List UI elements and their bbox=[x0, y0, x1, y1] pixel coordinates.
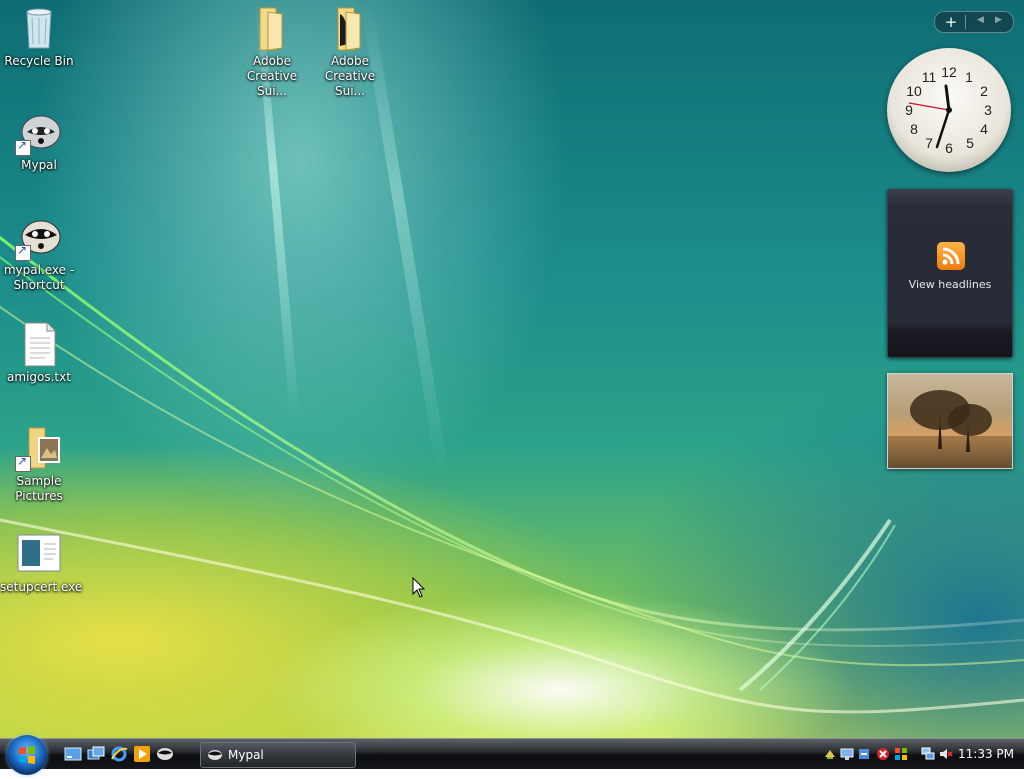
folder-icon bbox=[248, 4, 296, 52]
view-headlines-link[interactable]: View headlines bbox=[888, 278, 1012, 291]
application-window-icon bbox=[15, 530, 63, 578]
taskbar-button-label: Mypal bbox=[228, 748, 264, 762]
desktop-icon-label: Sample Pictures bbox=[15, 474, 63, 503]
desktop-icon-adobe-creative-suite-1[interactable]: Adobe Creative Sui... bbox=[233, 4, 311, 99]
windows-flag-icon[interactable] bbox=[894, 747, 908, 761]
network-icon[interactable] bbox=[921, 747, 935, 761]
feed-headlines-gadget[interactable]: View headlines bbox=[887, 189, 1013, 358]
desktop-icon-label: Adobe Creative Sui... bbox=[246, 54, 298, 98]
desktop-icon-adobe-creative-suite-2[interactable]: Adobe Creative Sui... bbox=[311, 4, 389, 99]
slideshow-gadget[interactable] bbox=[887, 373, 1013, 469]
desktop-icon-mypal[interactable]: Mypal bbox=[0, 108, 78, 173]
clock-numeral: 4 bbox=[980, 121, 988, 137]
clock-numeral: 9 bbox=[905, 102, 913, 118]
desktop-icon-sample-pictures[interactable]: Sample Pictures bbox=[0, 424, 78, 504]
shortcut-arrow-icon bbox=[15, 138, 31, 156]
clock-numeral: 7 bbox=[925, 135, 933, 151]
windows-orb-icon bbox=[19, 746, 35, 764]
desktop-icon-label: amigos.txt bbox=[7, 370, 71, 384]
mypal-icon bbox=[208, 750, 222, 760]
clock-numeral: 6 bbox=[945, 140, 953, 156]
clock-numeral: 11 bbox=[922, 69, 937, 85]
shortcut-arrow-icon bbox=[15, 454, 31, 472]
desktop-icon-setupcert-exe[interactable]: setupcert.exe bbox=[0, 530, 83, 595]
clock-numeral: 10 bbox=[906, 83, 922, 99]
clock-numeral: 1 bbox=[965, 69, 973, 85]
desktop-icon-amigos-txt[interactable]: amigos.txt bbox=[0, 320, 78, 385]
clock-numeral: 5 bbox=[966, 135, 974, 151]
desktop-icon-recycle-bin[interactable]: Recycle Bin bbox=[0, 4, 78, 69]
update-icon[interactable] bbox=[857, 747, 871, 761]
shortcut-arrow-icon bbox=[15, 243, 31, 261]
clock-numeral: 3 bbox=[984, 102, 992, 118]
volume-muted-icon[interactable] bbox=[939, 747, 953, 761]
desktop-icon-label: mypal.exe - Shortcut bbox=[3, 263, 75, 292]
divider bbox=[965, 15, 966, 29]
clock-hour-hand bbox=[944, 84, 951, 112]
wallpaper-waves bbox=[0, 0, 1024, 714]
clock-gadget[interactable]: 12 1 2 3 4 5 6 7 8 9 10 11 bbox=[887, 48, 1011, 172]
desktop-icon-label: Mypal bbox=[21, 158, 57, 172]
rss-icon bbox=[937, 242, 965, 270]
switch-windows-icon[interactable] bbox=[87, 745, 105, 763]
sidebar-controls: + ◀ ▶ bbox=[934, 11, 1014, 33]
clock-numeral: 2 bbox=[980, 83, 988, 99]
show-desktop-icon[interactable] bbox=[64, 745, 82, 763]
mypal-icon[interactable] bbox=[156, 745, 174, 763]
desktop-icon-label: setupcert.exe bbox=[0, 580, 83, 594]
taskbar-button-mypal[interactable]: Mypal bbox=[200, 742, 356, 768]
mypal-raccoon-icon bbox=[15, 108, 63, 156]
text-file-icon bbox=[15, 320, 63, 368]
internet-explorer-icon[interactable] bbox=[110, 745, 128, 763]
previous-gadget-icon[interactable]: ◀ bbox=[977, 15, 984, 25]
folder-pictures-icon bbox=[15, 424, 63, 472]
display-icon[interactable] bbox=[840, 747, 854, 761]
recycle-bin-icon bbox=[15, 4, 63, 52]
desktop-icon-label: Recycle Bin bbox=[4, 54, 74, 68]
desktop[interactable]: Recycle Bin Mypal mypal.exe - Shortcut a… bbox=[0, 0, 1024, 738]
mouse-cursor-icon bbox=[412, 577, 426, 598]
clock-second-hand bbox=[908, 102, 950, 111]
desktop-icon-mypal-exe-shortcut[interactable]: mypal.exe - Shortcut bbox=[0, 213, 78, 293]
taskbar: Mypal 11:33 PM bbox=[0, 735, 1024, 775]
next-gadget-icon[interactable]: ▶ bbox=[995, 15, 1002, 25]
clock-numeral: 12 bbox=[941, 64, 957, 80]
media-player-icon[interactable] bbox=[133, 745, 151, 763]
security-alert-icon[interactable] bbox=[876, 747, 890, 761]
desktop-icon-label: Adobe Creative Sui... bbox=[324, 54, 376, 98]
mypal-raccoon-icon bbox=[15, 213, 63, 261]
add-gadget-button[interactable]: + bbox=[941, 12, 961, 32]
taskbar-clock[interactable]: 11:33 PM bbox=[958, 739, 1014, 769]
folder-icon bbox=[326, 4, 374, 52]
start-button[interactable] bbox=[7, 735, 47, 775]
trees-photo bbox=[888, 390, 1012, 468]
clock-numeral: 8 bbox=[910, 121, 918, 137]
network-sync-icon[interactable] bbox=[823, 747, 837, 761]
